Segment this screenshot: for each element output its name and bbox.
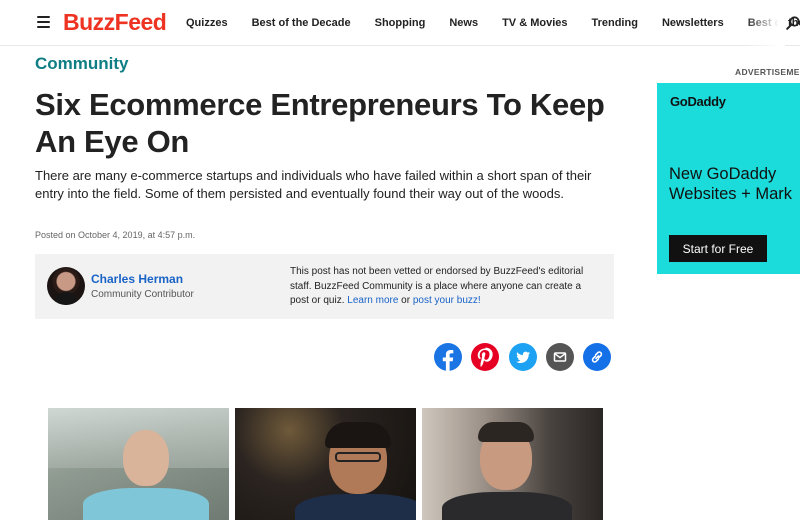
nav-link-tv-movies[interactable]: TV & Movies <box>502 17 567 29</box>
search-icon[interactable] <box>786 16 800 30</box>
pinterest-icon <box>477 347 493 367</box>
godaddy-logo: GoDaddy <box>670 94 726 109</box>
share-link-button[interactable] <box>583 343 611 371</box>
nav-link-best-of-the-decade[interactable]: Best of the Decade <box>252 17 351 29</box>
article-description: There are many e-commerce startups and i… <box>35 168 592 201</box>
disclaimer-or: or <box>398 295 413 306</box>
buzzfeed-logo[interactable]: BuzzFeed <box>63 9 167 36</box>
learn-more-link[interactable]: Learn more <box>347 295 398 306</box>
ad-headline: New GoDaddy Websites + Mark <box>669 164 800 204</box>
facebook-icon <box>442 350 454 371</box>
nav-links: Quizzes Best of the Decade Shopping News… <box>186 0 800 46</box>
menu-icon[interactable] <box>37 16 50 28</box>
nav-link-quizzes[interactable]: Quizzes <box>186 17 228 29</box>
twitter-icon <box>516 351 531 363</box>
email-icon <box>553 352 567 362</box>
share-twitter-button[interactable] <box>509 343 537 371</box>
article-title: Six Ecommerce Entrepreneurs To Keep An E… <box>35 87 605 159</box>
entrepreneur-photo-2 <box>235 408 416 520</box>
nav-fade <box>745 0 785 46</box>
nav-link-trending[interactable]: Trending <box>591 17 637 29</box>
advertisement-label: ADVERTISEMENT <box>735 67 800 77</box>
post-timestamp: Posted on October 4, 2019, at 4:57 p.m. <box>35 230 196 240</box>
category-label[interactable]: Community <box>35 54 129 74</box>
entrepreneur-photo-1 <box>48 408 229 520</box>
post-your-buzz-link[interactable]: post your buzz! <box>413 295 481 306</box>
ad-headline-line-2: Websites + Mark <box>669 185 793 203</box>
share-email-button[interactable] <box>546 343 574 371</box>
author-box: Charles Herman Community Contributor Thi… <box>35 254 614 319</box>
share-pinterest-button[interactable] <box>471 343 499 371</box>
nav-link-news[interactable]: News <box>449 17 478 29</box>
share-facebook-button[interactable] <box>434 343 462 371</box>
entrepreneur-photo-3 <box>422 408 603 520</box>
link-icon <box>591 351 603 363</box>
start-for-free-button[interactable]: Start for Free <box>669 235 767 262</box>
author-avatar[interactable] <box>47 267 85 305</box>
nav-link-shopping[interactable]: Shopping <box>375 17 426 29</box>
ad-headline-line-1: New GoDaddy <box>669 165 777 183</box>
community-disclaimer: This post has not been vetted or endorse… <box>290 265 602 309</box>
godaddy-ad[interactable]: GoDaddy New GoDaddy Websites + Mark Star… <box>657 83 800 274</box>
nav-link-newsletters[interactable]: Newsletters <box>662 17 724 29</box>
author-role: Community Contributor <box>91 289 194 300</box>
author-name[interactable]: Charles Herman <box>91 272 183 286</box>
top-nav: BuzzFeed Quizzes Best of the Decade Shop… <box>0 0 800 46</box>
